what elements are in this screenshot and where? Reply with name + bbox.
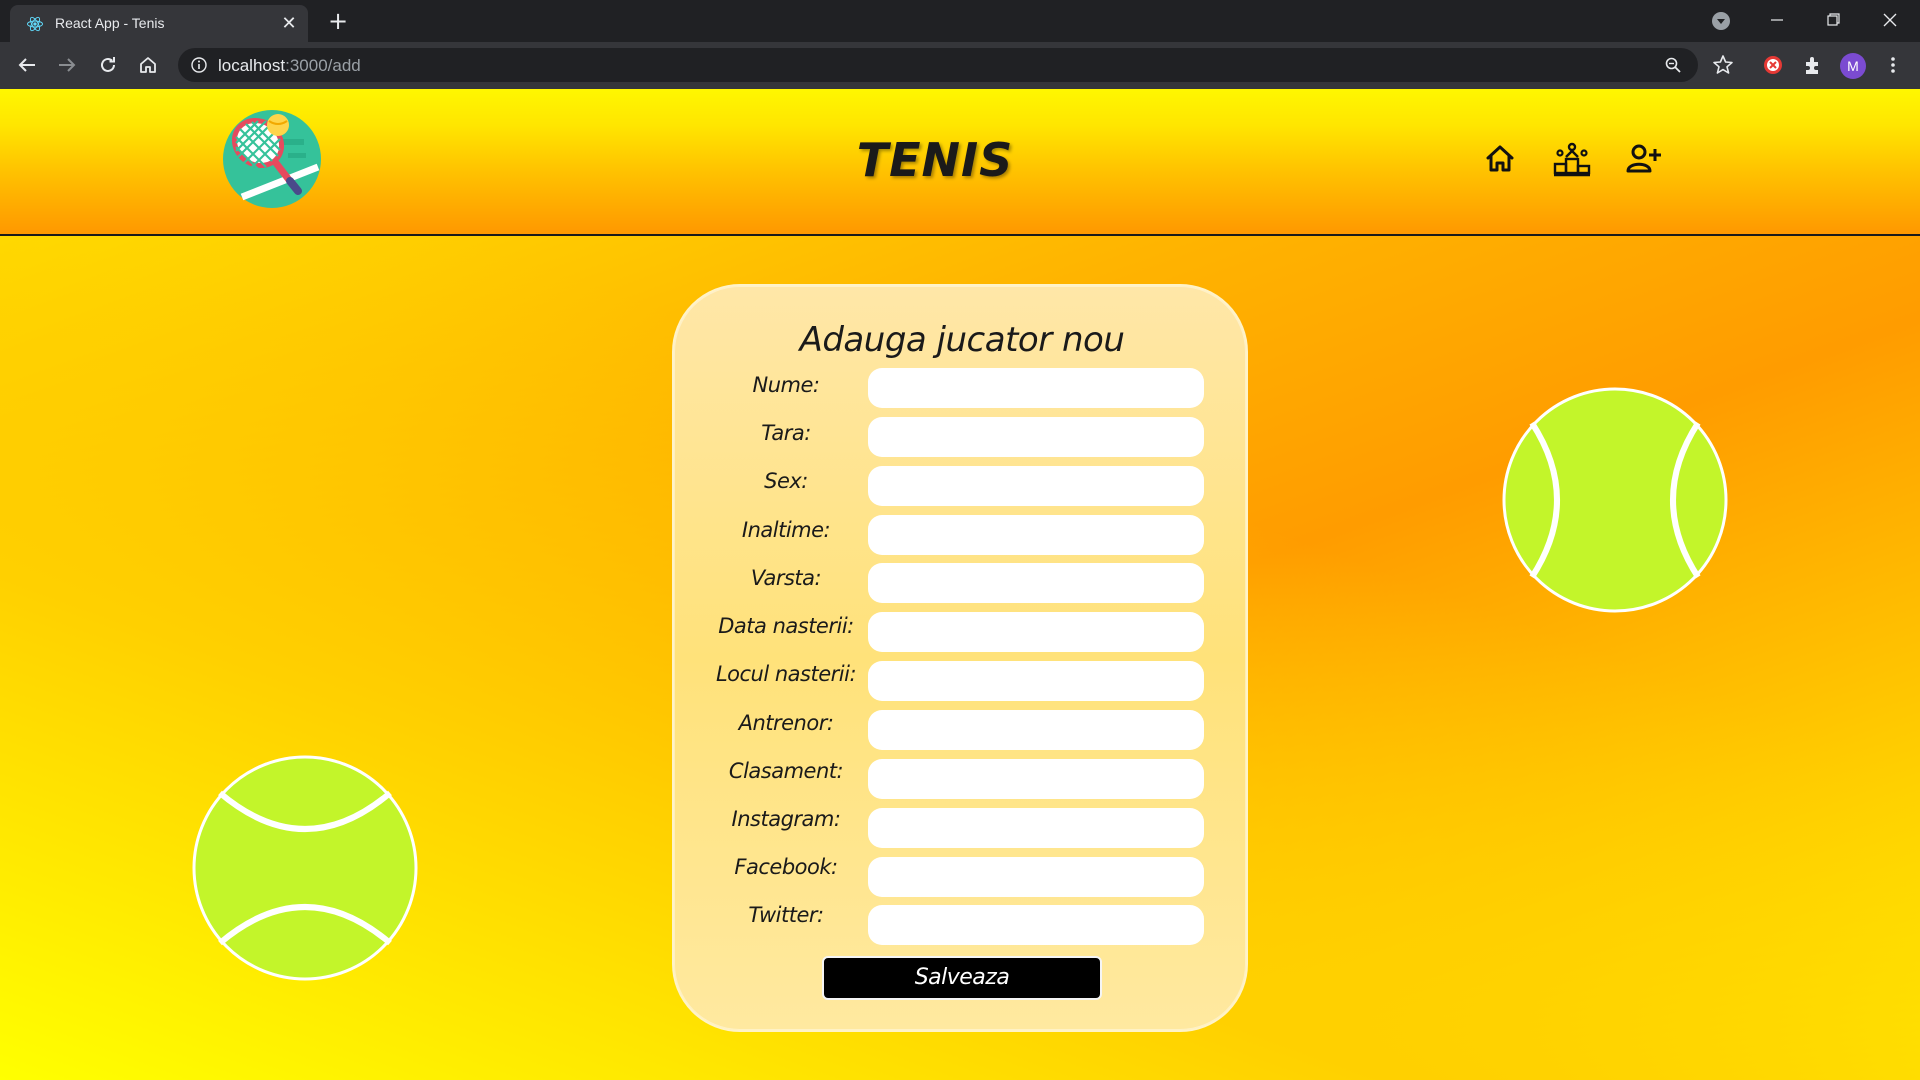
label-facebook: Facebook: bbox=[734, 855, 838, 879]
label-nume: Nume: bbox=[752, 373, 820, 397]
info-icon[interactable] bbox=[190, 56, 208, 74]
adblock-extension-icon[interactable] bbox=[1760, 52, 1786, 78]
browser-tab[interactable]: React App - Tenis ✕ bbox=[10, 5, 308, 42]
podium-icon[interactable] bbox=[1552, 139, 1592, 179]
form-title: Adauga jucator nou bbox=[799, 320, 1125, 360]
input-instagram[interactable] bbox=[868, 808, 1204, 848]
input-tara[interactable] bbox=[868, 417, 1204, 457]
input-data-nasterii[interactable] bbox=[868, 612, 1204, 652]
input-clasament[interactable] bbox=[868, 759, 1204, 799]
restore-icon[interactable] bbox=[1819, 8, 1847, 32]
input-nume[interactable] bbox=[868, 368, 1204, 408]
site-header: TENIS bbox=[0, 89, 1920, 236]
input-locul-nasterii[interactable] bbox=[868, 661, 1204, 701]
input-twitter[interactable] bbox=[868, 905, 1204, 945]
label-data-nasterii: Data nasterii: bbox=[718, 614, 854, 638]
save-button[interactable]: Salveaza bbox=[822, 956, 1102, 1000]
label-instagram: Instagram: bbox=[731, 807, 841, 831]
label-inaltime: Inaltime: bbox=[741, 518, 831, 542]
zoom-icon[interactable] bbox=[1664, 56, 1682, 74]
input-facebook[interactable] bbox=[868, 857, 1204, 897]
close-tab-icon[interactable]: ✕ bbox=[280, 15, 298, 33]
bookmark-star-icon[interactable] bbox=[1710, 52, 1736, 78]
label-varsta: Varsta: bbox=[750, 566, 822, 590]
input-sex[interactable] bbox=[868, 466, 1204, 506]
input-antrenor[interactable] bbox=[868, 710, 1204, 750]
tennis-ball-icon bbox=[1502, 387, 1728, 613]
label-clasament: Clasament: bbox=[728, 759, 844, 783]
browser-tabstrip: React App - Tenis ✕ + bbox=[0, 0, 1920, 42]
label-tara: Tara: bbox=[761, 421, 811, 445]
new-tab-icon[interactable]: + bbox=[326, 9, 350, 34]
url-text: localhost:3000/add bbox=[218, 56, 361, 75]
label-sex: Sex: bbox=[764, 469, 808, 493]
label-antrenor: Antrenor: bbox=[738, 711, 834, 735]
input-varsta[interactable] bbox=[868, 563, 1204, 603]
home-icon[interactable] bbox=[1480, 139, 1520, 179]
home-button-icon[interactable] bbox=[135, 52, 161, 78]
page: TENIS Adauga jucator nou Nume: Tara: Sex… bbox=[0, 89, 1920, 1080]
input-inaltime[interactable] bbox=[868, 515, 1204, 555]
add-user-icon[interactable] bbox=[1624, 139, 1664, 179]
minimize-icon[interactable] bbox=[1763, 8, 1791, 32]
tennis-ball-icon bbox=[192, 755, 418, 981]
back-icon[interactable] bbox=[14, 52, 40, 78]
reload-icon[interactable] bbox=[95, 52, 121, 78]
menu-kebab-icon[interactable] bbox=[1880, 52, 1906, 78]
add-player-form: Adauga jucator nou Nume: Tara: Sex: Inal… bbox=[672, 284, 1248, 1032]
extensions-icon[interactable] bbox=[1800, 52, 1826, 78]
profile-avatar[interactable]: M bbox=[1840, 53, 1866, 79]
close-window-icon[interactable] bbox=[1876, 8, 1904, 32]
tab-title: React App - Tenis bbox=[55, 15, 165, 31]
address-bar[interactable]: localhost:3000/add bbox=[178, 48, 1698, 82]
chevron-down-icon[interactable] bbox=[1712, 12, 1730, 30]
browser-toolbar: localhost:3000/add M bbox=[0, 42, 1920, 89]
label-locul-nasterii: Locul nasterii: bbox=[715, 662, 857, 686]
react-icon bbox=[27, 16, 43, 32]
forward-icon[interactable] bbox=[54, 52, 80, 78]
label-twitter: Twitter: bbox=[748, 903, 824, 927]
